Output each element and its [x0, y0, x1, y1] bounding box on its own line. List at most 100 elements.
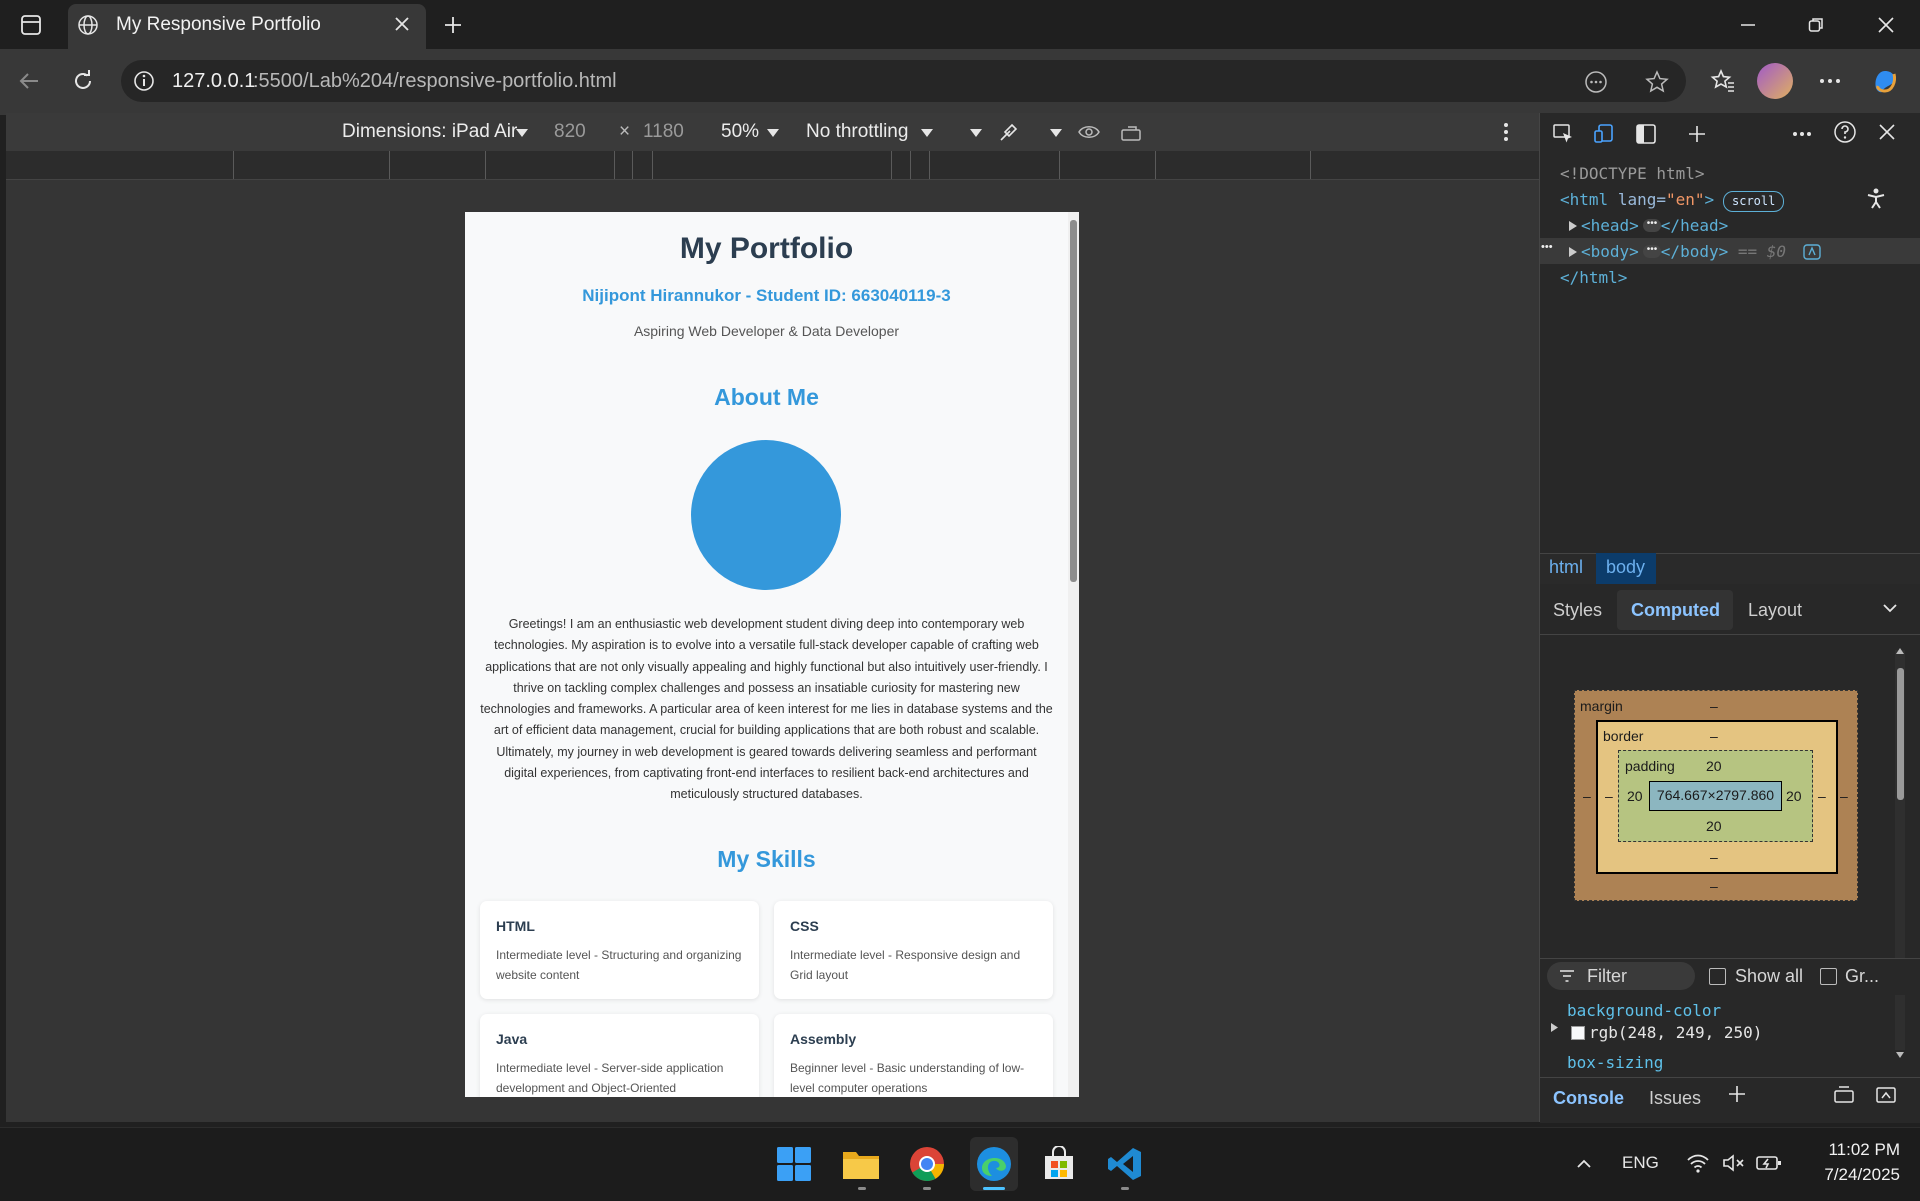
- group-label: Gr...: [1845, 966, 1880, 986]
- node-actions-icon[interactable]: •••: [1541, 241, 1559, 255]
- filter-placeholder: Filter: [1587, 966, 1627, 986]
- expand-property-icon[interactable]: [1548, 1020, 1560, 1034]
- collapsed-ellipsis-icon[interactable]: •••: [1643, 219, 1661, 232]
- show-all-label: Show all: [1735, 966, 1804, 986]
- wifi-icon[interactable]: [1684, 1150, 1712, 1176]
- skill-description: Intermediate level - Structuring and org…: [496, 948, 742, 982]
- rotate-device-icon[interactable]: [1117, 118, 1147, 146]
- property-value: rgb(248, 249, 250): [1589, 1023, 1763, 1042]
- doctype-node[interactable]: <!DOCTYPE html>: [1560, 164, 1705, 183]
- more-options-circle-icon[interactable]: [1580, 66, 1612, 98]
- back-icon[interactable]: [12, 64, 46, 98]
- volume-muted-icon[interactable]: [1720, 1150, 1748, 1176]
- microsoft-store-icon[interactable]: [1041, 1145, 1077, 1182]
- bio-paragraph: Greetings! I am an enthusiastic web deve…: [480, 617, 1053, 802]
- add-panel-icon[interactable]: [1682, 119, 1712, 149]
- close-devtools-icon[interactable]: [1872, 117, 1902, 147]
- dock-drawer-icon[interactable]: [1830, 1082, 1858, 1108]
- profile-avatar[interactable]: [1757, 63, 1793, 99]
- chrome-icon[interactable]: [909, 1146, 945, 1182]
- page-title: My Portfolio: [679, 232, 854, 265]
- site-info-icon[interactable]: [131, 68, 157, 94]
- restore-icon[interactable]: [1796, 8, 1836, 42]
- copilot-icon[interactable]: [1867, 63, 1903, 99]
- viewport-height-input[interactable]: 1180: [643, 121, 684, 143]
- edge-icon[interactable]: [976, 1146, 1012, 1182]
- expand-body-icon[interactable]: [1566, 244, 1580, 260]
- page-scrollbar-thumb[interactable]: [1070, 220, 1077, 582]
- new-tab-icon[interactable]: [436, 8, 470, 42]
- throttling-dropdown-icon[interactable]: [918, 124, 936, 142]
- device-toolbar-icon[interactable]: [1589, 119, 1619, 149]
- chevron-down-icon[interactable]: [1878, 596, 1902, 620]
- extra-options-dropdown-icon[interactable]: [967, 124, 985, 142]
- eyedropper-dropdown-icon[interactable]: [1047, 124, 1065, 142]
- padding-label: padding: [1625, 758, 1675, 774]
- favorite-star-icon[interactable]: [1641, 66, 1673, 98]
- throttling-select[interactable]: No throttling: [806, 121, 908, 143]
- input-language[interactable]: ENG: [1622, 1153, 1659, 1173]
- close-window-icon[interactable]: [1866, 8, 1906, 42]
- inspect-element-icon[interactable]: [1548, 119, 1578, 149]
- eyedropper-icon[interactable]: [995, 118, 1023, 146]
- refresh-icon[interactable]: [66, 64, 100, 98]
- tab-computed[interactable]: Computed: [1631, 600, 1720, 621]
- close-tab-icon[interactable]: [388, 10, 416, 38]
- html-close-node[interactable]: </html>: [1560, 268, 1627, 287]
- settings-more-icon[interactable]: [1813, 64, 1847, 98]
- color-swatch[interactable]: [1571, 1026, 1585, 1040]
- computed-scrollbar-thumb[interactable]: [1897, 668, 1904, 800]
- scroll-down-icon[interactable]: [1893, 1048, 1907, 1062]
- padding-bottom-value: 20: [1706, 818, 1722, 834]
- battery-charging-icon[interactable]: [1754, 1150, 1784, 1176]
- padding-top-value: 20: [1706, 758, 1722, 774]
- breadcrumb-body[interactable]: body: [1606, 557, 1645, 578]
- skill-card: Assembly Beginner level - Basic understa…: [774, 1014, 1053, 1097]
- zoom-select[interactable]: 50%: [721, 121, 759, 143]
- help-icon[interactable]: [1830, 117, 1860, 147]
- tagline: Aspiring Web Developer & Data Developer: [633, 323, 900, 339]
- tab-issues[interactable]: Issues: [1649, 1088, 1701, 1109]
- zoom-dropdown-icon[interactable]: [764, 124, 782, 142]
- body-node[interactable]: <body> </body> == $0: [1581, 242, 1786, 261]
- add-drawer-tab-icon[interactable]: [1724, 1081, 1750, 1107]
- tab-console[interactable]: Console: [1553, 1088, 1624, 1109]
- taskbar-running-indicator: [1121, 1187, 1129, 1190]
- property-name[interactable]: box-sizing: [1567, 1053, 1663, 1072]
- lang-value: "en": [1665, 190, 1705, 209]
- show-all-checkbox[interactable]: [1709, 968, 1726, 985]
- device-dimensions-select[interactable]: Dimensions: iPad Air: [342, 121, 517, 143]
- file-explorer-icon[interactable]: [842, 1146, 880, 1182]
- dimensions-dropdown-icon[interactable]: [513, 124, 531, 142]
- sidebar-toggle-icon[interactable]: [14, 8, 48, 42]
- viewport-width-input[interactable]: 820: [554, 121, 586, 143]
- scroll-badge[interactable]: scroll: [1723, 191, 1785, 212]
- favorites-icon[interactable]: [1706, 64, 1740, 98]
- copilot-explain-icon[interactable]: [1802, 243, 1822, 261]
- minimize-icon[interactable]: [1728, 8, 1768, 42]
- vscode-icon[interactable]: [1107, 1146, 1143, 1182]
- maximize-drawer-icon[interactable]: [1872, 1082, 1900, 1108]
- vision-deficiency-icon[interactable]: [1075, 118, 1103, 146]
- scroll-up-icon[interactable]: [1893, 644, 1907, 658]
- collapsed-ellipsis-icon[interactable]: •••: [1643, 245, 1661, 258]
- windows-start-icon[interactable]: [776, 1146, 812, 1182]
- chevron-up-icon[interactable]: [1572, 1152, 1596, 1176]
- breadcrumb-html[interactable]: html: [1549, 557, 1583, 578]
- expand-head-icon[interactable]: [1566, 218, 1580, 234]
- property-name[interactable]: background-color: [1567, 1001, 1721, 1020]
- html-node[interactable]: <html lang="en">: [1560, 190, 1714, 209]
- group-checkbox[interactable]: [1820, 968, 1837, 985]
- accessibility-icon[interactable]: [1861, 184, 1891, 214]
- clock-date[interactable]: 7/24/2025: [1790, 1165, 1900, 1185]
- tab-styles[interactable]: Styles: [1553, 600, 1602, 621]
- clock-time[interactable]: 11:02 PM: [1790, 1140, 1900, 1160]
- dock-side-icon[interactable]: [1631, 119, 1661, 149]
- skill-name: HTML: [496, 918, 535, 934]
- devtools-more-icon[interactable]: [1788, 119, 1816, 149]
- tab-layout[interactable]: Layout: [1748, 600, 1802, 621]
- emulation-more-icon[interactable]: [1494, 118, 1518, 146]
- filter-icon: [1558, 968, 1576, 984]
- margin-bottom-value: –: [1710, 878, 1718, 894]
- emulated-page[interactable]: My Portfolio Nijipont Hirannukor - Stude…: [465, 212, 1068, 1097]
